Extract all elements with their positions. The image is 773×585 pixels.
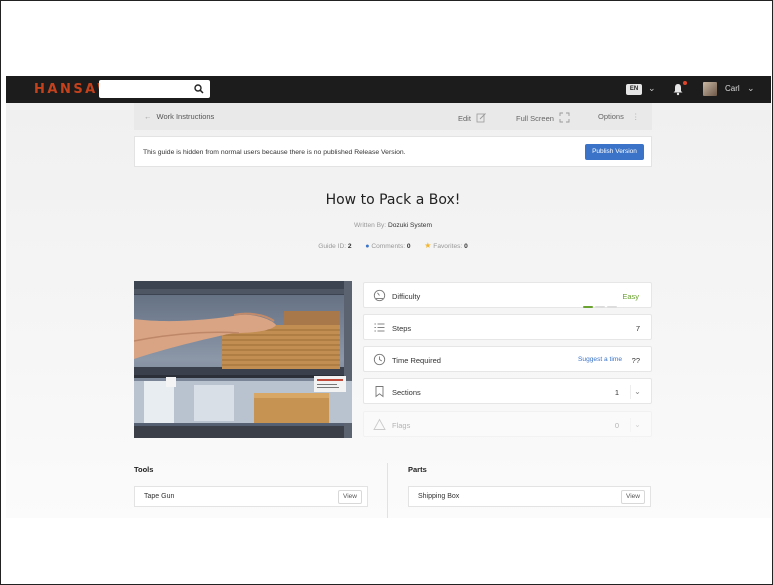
- edit-button[interactable]: Edit: [458, 112, 487, 123]
- unpublished-notice: This guide is hidden from normal users b…: [134, 136, 652, 167]
- flags-label: Flags: [392, 421, 411, 430]
- difficulty-value: Easy: [622, 292, 639, 301]
- time-required-value: ??: [631, 356, 640, 365]
- tool-item: Tape Gun View: [134, 486, 368, 507]
- sections-value: 1: [614, 388, 619, 397]
- favorites-count: 0: [464, 243, 468, 250]
- view-tool-button[interactable]: View: [338, 490, 362, 504]
- part-name[interactable]: Shipping Box: [418, 493, 459, 500]
- column-divider: [387, 463, 388, 518]
- publish-version-button[interactable]: Publish Version: [585, 144, 644, 160]
- fullscreen-button[interactable]: Full Screen: [516, 112, 570, 123]
- search-icon[interactable]: [194, 84, 204, 94]
- fullscreen-label: Full Screen: [516, 114, 554, 123]
- top-navbar: HANSAW EN ⌄ Carl ⌄: [6, 76, 771, 103]
- clock-icon: [373, 353, 386, 366]
- gauge-icon: [373, 289, 386, 302]
- arrow-left-icon: ←: [144, 112, 152, 121]
- part-item: Shipping Box View: [408, 486, 651, 507]
- search-box[interactable]: [99, 80, 210, 99]
- comment-icon: ●: [365, 243, 370, 250]
- options-button[interactable]: Options ⋮: [598, 112, 639, 121]
- warning-icon: [373, 418, 386, 430]
- language-selector[interactable]: EN: [626, 84, 642, 95]
- back-link[interactable]: ← Work Instructions: [144, 112, 214, 121]
- tools-title: Tools: [134, 465, 154, 474]
- notice-text: This guide is hidden from normal users b…: [143, 149, 406, 156]
- time-required-label: Time Required: [392, 356, 441, 365]
- chevron-double-down-icon: ⌄: [630, 418, 644, 432]
- warehouse-shelf-photo: [134, 281, 352, 438]
- notification-badge: [683, 81, 687, 85]
- author-name[interactable]: Dozuki System: [388, 222, 432, 229]
- suggest-time-link[interactable]: Suggest a time: [578, 356, 622, 363]
- author-line: Written By: Dozuki System: [134, 222, 652, 229]
- guide-meta: Guide ID: 2 ● Comments: 0 ★ Favorites: 0: [134, 241, 652, 250]
- difficulty-segment: [607, 306, 617, 308]
- edit-label: Edit: [458, 114, 471, 123]
- guide-id-value: 2: [347, 243, 352, 250]
- flags-row: Flags 0 ⌄: [363, 411, 652, 437]
- tool-name[interactable]: Tape Gun: [144, 493, 174, 500]
- favorites-label[interactable]: Favorites:: [433, 243, 462, 250]
- guide-id-label: Guide ID:: [318, 243, 347, 250]
- chevron-double-down-icon[interactable]: ⌄: [630, 385, 644, 399]
- comments-label[interactable]: Comments:: [371, 243, 405, 250]
- difficulty-meter: [581, 295, 617, 313]
- user-name[interactable]: Carl: [725, 84, 740, 93]
- steps-label: Steps: [392, 324, 412, 333]
- search-input[interactable]: [99, 81, 187, 99]
- written-by-label: Written By:: [354, 222, 387, 229]
- difficulty-segment: [595, 306, 605, 308]
- steps-row: Steps 7: [363, 314, 652, 340]
- sections-label: Sections: [392, 388, 421, 397]
- fullscreen-icon: [559, 112, 570, 123]
- parts-title: Parts: [408, 465, 427, 474]
- guide-main-image[interactable]: [134, 281, 352, 438]
- avatar[interactable]: [703, 82, 717, 96]
- guide-toolbar: ← Work Instructions Edit Full Screen Opti…: [134, 103, 652, 130]
- back-label: Work Instructions: [156, 112, 215, 121]
- difficulty-segment: [583, 306, 593, 308]
- time-required-row: Time Required Suggest a time ??: [363, 346, 652, 372]
- difficulty-label: Difficulty: [392, 292, 421, 301]
- more-vertical-icon: ⋮: [631, 112, 640, 121]
- comments-count: 0: [406, 243, 411, 250]
- options-label: Options: [598, 112, 624, 121]
- steps-value: 7: [635, 324, 640, 333]
- flags-value: 0: [614, 421, 619, 430]
- difficulty-row: Difficulty Easy: [363, 282, 652, 308]
- list-icon: [374, 323, 385, 332]
- bookmark-icon: [375, 386, 384, 398]
- sections-row[interactable]: Sections 1 ⌄: [363, 378, 652, 404]
- star-icon: ★: [424, 241, 432, 250]
- chevron-down-icon[interactable]: ⌄: [747, 83, 755, 94]
- chevron-down-icon[interactable]: ⌄: [648, 83, 656, 94]
- view-part-button[interactable]: View: [621, 490, 645, 504]
- guide-title: How to Pack a Box!: [325, 192, 461, 208]
- edit-icon: [476, 113, 486, 123]
